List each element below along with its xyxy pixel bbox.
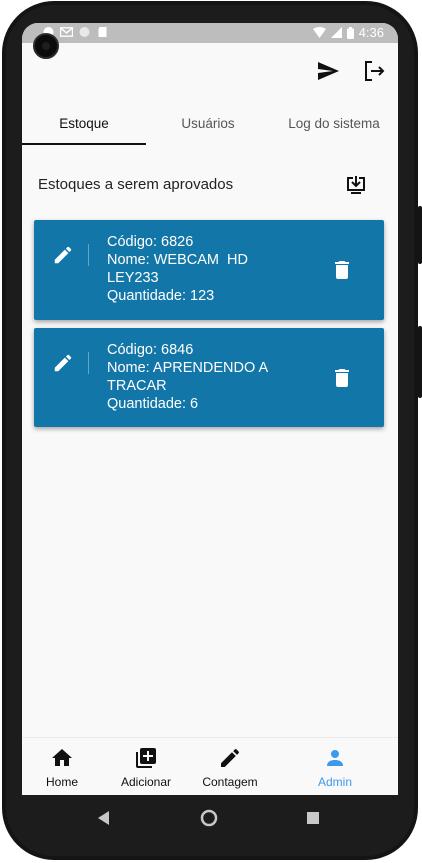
tab-log-do-sistema[interactable]: Log do sistema: [270, 101, 398, 145]
trash-icon: [335, 261, 349, 279]
home-icon: [52, 749, 72, 766]
tab-indicator: [22, 143, 146, 145]
home-circle-icon[interactable]: [199, 808, 219, 828]
wifi-icon: [312, 27, 326, 38]
app-bar: [22, 43, 398, 99]
tab-estoque[interactable]: Estoque: [22, 101, 146, 145]
signal-icon: [330, 27, 342, 38]
status-time: 4:36: [358, 25, 384, 40]
stock-card: Código: 6846 Nome: APRENDENDO A TRACAR Q…: [34, 328, 384, 427]
pencil-icon: [221, 749, 239, 767]
circle-icon: [79, 27, 90, 37]
nav-home-label: Home: [45, 775, 78, 789]
nav-adicionar[interactable]: Adicionar: [106, 738, 186, 795]
card-quantity: Quantidade: 6: [107, 396, 199, 412]
section-title: Estoques a serem aprovados: [38, 176, 234, 193]
nav-contagem-label: Contagem: [202, 775, 258, 789]
delete-button[interactable]: [330, 258, 354, 282]
download-button[interactable]: [344, 174, 368, 198]
front-camera: [33, 33, 59, 59]
gmail-icon: [60, 27, 73, 37]
power-button: [418, 326, 422, 398]
send-icon: [318, 62, 339, 80]
pencil-icon: [54, 246, 72, 264]
card-name: Nome: WEBCAM HD: [107, 252, 248, 268]
tab-bar: Estoque Usuários Log do sistema: [22, 101, 398, 145]
card-details: Código: 6826 Nome: WEBCAM HD LEY233 Quan…: [107, 233, 307, 305]
card-code: Código: 6826: [107, 234, 194, 250]
bottom-navigation: Home Adicionar Contagem Admin: [22, 737, 398, 795]
app-screen: 4:36 Estoque Usuários Log do sistema Est…: [22, 23, 398, 795]
card-name-cont: LEY233: [107, 270, 159, 286]
edit-button[interactable]: [52, 244, 76, 268]
status-bar: 4:36: [22, 23, 398, 43]
card-name-cont: TRACAR: [107, 378, 167, 394]
stock-card: Código: 6826 Nome: WEBCAM HD LEY233 Quan…: [34, 220, 384, 320]
pencil-icon: [54, 354, 72, 372]
delete-button[interactable]: [330, 366, 354, 390]
battery-icon: [346, 26, 354, 39]
nav-admin-label: Admin: [317, 775, 352, 789]
send-button[interactable]: [314, 57, 342, 85]
back-icon[interactable]: [94, 808, 114, 828]
logout-button[interactable]: [360, 57, 388, 85]
recents-icon[interactable]: [303, 808, 323, 828]
person-icon: [327, 750, 343, 766]
nav-adicionar-label: Adicionar: [120, 775, 172, 789]
card-divider: [88, 352, 89, 374]
sd-card-icon: [98, 27, 107, 37]
card-code: Código: 6846: [107, 342, 194, 358]
system-navigation-bar: [22, 795, 398, 841]
tab-usuarios[interactable]: Usuários: [146, 101, 270, 145]
nav-home[interactable]: Home: [22, 738, 102, 795]
card-name: Nome: APRENDENDO A: [107, 360, 269, 376]
nav-admin[interactable]: Admin: [295, 738, 375, 795]
card-quantity: Quantidade: 123: [107, 288, 215, 304]
add-box-icon: [136, 748, 156, 768]
logout-icon: [365, 61, 385, 81]
download-icon: [347, 176, 365, 194]
volume-button: [418, 206, 422, 264]
card-details: Código: 6846 Nome: APRENDENDO A TRACAR Q…: [107, 341, 307, 413]
trash-icon: [335, 369, 349, 387]
nav-contagem[interactable]: Contagem: [190, 738, 270, 795]
edit-button[interactable]: [52, 352, 76, 376]
card-divider: [88, 244, 89, 266]
